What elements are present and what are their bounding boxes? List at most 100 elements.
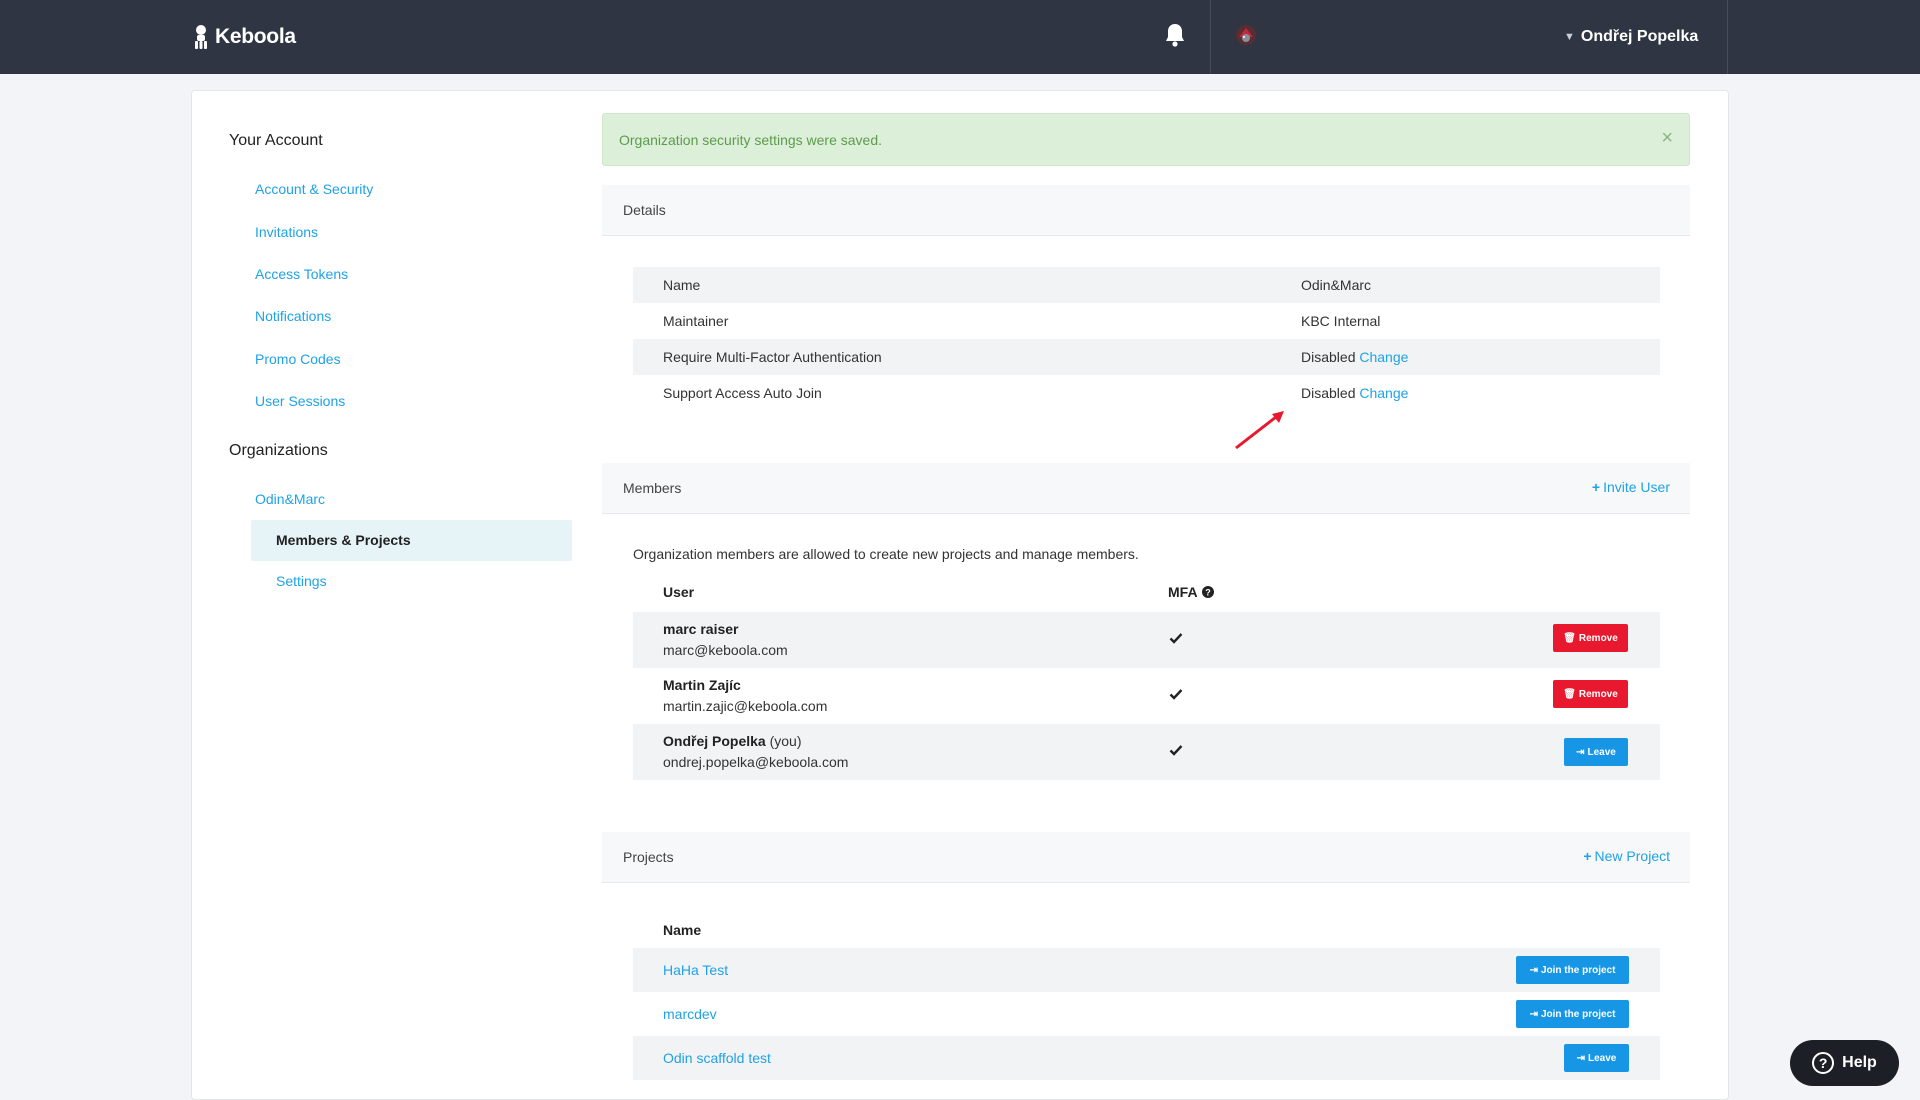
project-link[interactable]: marcdev xyxy=(663,1006,717,1022)
sidebar-item-access-tokens[interactable]: Access Tokens xyxy=(255,266,348,282)
chevron-down-icon: ▼ xyxy=(1564,31,1575,43)
new-project-button[interactable]: + New Project xyxy=(1583,848,1670,864)
member-row: marc raiser marc@keboola.com 🗑 Remove xyxy=(633,612,1660,668)
user-menu-dropdown[interactable]: ▼ Ondřej Popelka xyxy=(1564,22,1698,52)
success-alert: Organization security settings were save… xyxy=(602,113,1690,166)
brand-name: Keboola xyxy=(215,25,296,48)
detail-value: Disabled xyxy=(1301,349,1356,365)
detail-value-group: Disabled Change xyxy=(1301,349,1408,365)
member-email: martin.zajic@keboola.com xyxy=(663,698,828,714)
plus-icon: + xyxy=(1591,479,1601,495)
keboola-logo-icon xyxy=(195,25,207,49)
column-header-mfa: MFA ? xyxy=(1168,584,1214,600)
close-icon[interactable]: × xyxy=(1661,128,1673,148)
join-project-button[interactable]: ⇥ Join the project xyxy=(1516,1000,1629,1028)
project-avatar-icon[interactable] xyxy=(1234,23,1258,47)
leave-organization-button[interactable]: ⇥ Leave xyxy=(1564,738,1628,766)
sidebar-item-account-security[interactable]: Account & Security xyxy=(255,181,373,197)
sidebar-heading-account: Your Account xyxy=(229,132,323,149)
detail-value: Odin&Marc xyxy=(1301,277,1372,293)
notifications-bell-icon[interactable] xyxy=(1163,22,1187,48)
help-button[interactable]: ? Help xyxy=(1790,1040,1899,1086)
project-row: marcdev ⇥ Join the project xyxy=(633,992,1660,1036)
sidebar-item-notifications[interactable]: Notifications xyxy=(255,308,331,324)
maintainer-link[interactable]: KBC Internal xyxy=(1301,313,1380,329)
member-name: marc raiser xyxy=(663,621,739,637)
remove-member-button[interactable]: 🗑 Remove xyxy=(1553,680,1628,708)
navbar-divider xyxy=(1210,0,1211,74)
leave-label: Leave xyxy=(1587,746,1616,758)
remove-label: Remove xyxy=(1578,688,1618,700)
user-name: Ondřej Popelka xyxy=(1580,28,1699,45)
details-section-header: Details xyxy=(602,185,1690,236)
column-header-name: Name xyxy=(663,922,702,938)
invite-user-button[interactable]: + Invite User xyxy=(1592,479,1670,495)
members-section-header: Members + Invite User xyxy=(602,463,1690,514)
member-row: Ondřej Popelka (you) ondrej.popelka@kebo… xyxy=(633,724,1660,780)
top-navbar: Keboola ▼ Ondřej Popelka xyxy=(0,0,1920,74)
sidebar-item-invitations[interactable]: Invitations xyxy=(255,224,318,240)
details-row: Require Multi-Factor Authentication Disa… xyxy=(633,339,1660,375)
project-link[interactable]: Odin scaffold test xyxy=(663,1050,771,1066)
sidebar-item-user-sessions[interactable]: User Sessions xyxy=(255,393,345,409)
sidebar-item-members-projects[interactable]: Members & Projects xyxy=(251,520,572,561)
invite-user-label: Invite User xyxy=(1603,479,1670,495)
project-row: HaHa Test ⇥ Join the project xyxy=(633,948,1660,992)
leave-project-button[interactable]: ⇥ Leave xyxy=(1564,1044,1629,1072)
sign-in-icon: ⇥ xyxy=(1529,1008,1538,1020)
member-name: Ondřej Popelka (you) xyxy=(663,733,802,749)
help-label: Help xyxy=(1842,1054,1877,1071)
sidebar-item-label: Members & Projects xyxy=(276,532,411,548)
svg-text:?: ? xyxy=(1205,588,1211,598)
detail-value-group: Disabled Change xyxy=(1301,385,1408,401)
mfa-label: MFA xyxy=(1168,584,1198,600)
member-name-text: Ondřej Popelka xyxy=(663,733,766,749)
column-header-user: User xyxy=(663,584,695,600)
sidebar-heading-organizations: Organizations xyxy=(229,442,328,459)
question-circle-icon[interactable]: ? xyxy=(1201,586,1214,598)
details-row: Support Access Auto Join Disabled Change xyxy=(633,375,1660,411)
member-email: marc@keboola.com xyxy=(663,642,788,658)
join-label: Join the project xyxy=(1540,1008,1616,1020)
change-mfa-link[interactable]: Change xyxy=(1359,349,1408,365)
red-arrow-annotation-icon xyxy=(1235,411,1284,450)
sidebar-item-settings[interactable]: Settings xyxy=(276,573,327,589)
project-row: Odin scaffold test ⇥ Leave xyxy=(633,1036,1660,1080)
sidebar-item-organization[interactable]: Odin&Marc xyxy=(255,491,325,507)
navbar-divider xyxy=(1727,0,1728,74)
trash-icon: 🗑 xyxy=(1563,632,1576,644)
details-row: Maintainer KBC Internal xyxy=(633,303,1660,339)
sign-out-icon: ⇥ xyxy=(1576,1052,1586,1064)
remove-label: Remove xyxy=(1578,632,1618,644)
remove-member-button[interactable]: 🗑 Remove xyxy=(1553,624,1628,652)
member-email: ondrej.popelka@keboola.com xyxy=(663,754,849,770)
detail-label: Name xyxy=(663,277,701,293)
new-project-label: New Project xyxy=(1594,848,1670,864)
members-description: Organization members are allowed to crea… xyxy=(633,546,1139,562)
change-auto-join-link[interactable]: Change xyxy=(1359,385,1408,401)
alert-message: Organization security settings were save… xyxy=(619,132,883,148)
detail-value: Disabled xyxy=(1301,385,1356,401)
sign-out-icon: ⇥ xyxy=(1576,746,1585,758)
project-link[interactable]: HaHa Test xyxy=(663,962,728,978)
you-label: (you) xyxy=(769,733,802,749)
member-name: Martin Zajíc xyxy=(663,677,741,693)
details-row: Name Odin&Marc xyxy=(633,267,1660,303)
members-title: Members xyxy=(623,480,682,496)
detail-label: Maintainer xyxy=(663,313,729,329)
question-circle-icon: ? xyxy=(1812,1052,1835,1074)
plus-icon: + xyxy=(1583,848,1592,864)
projects-section-header: Projects + New Project xyxy=(602,832,1690,883)
member-row: Martin Zajíc martin.zajic@keboola.com 🗑 R… xyxy=(633,668,1660,724)
detail-label: Require Multi-Factor Authentication xyxy=(663,349,882,365)
check-icon xyxy=(1169,745,1183,756)
sign-in-icon: ⇥ xyxy=(1529,964,1538,976)
join-project-button[interactable]: ⇥ Join the project xyxy=(1516,956,1629,984)
check-icon xyxy=(1169,689,1183,700)
trash-icon: 🗑 xyxy=(1563,688,1576,700)
projects-title: Projects xyxy=(623,849,674,865)
details-title: Details xyxy=(623,202,666,218)
detail-label: Support Access Auto Join xyxy=(663,385,822,401)
keboola-logo[interactable]: Keboola xyxy=(193,22,296,52)
sidebar-item-promo-codes[interactable]: Promo Codes xyxy=(255,351,341,367)
